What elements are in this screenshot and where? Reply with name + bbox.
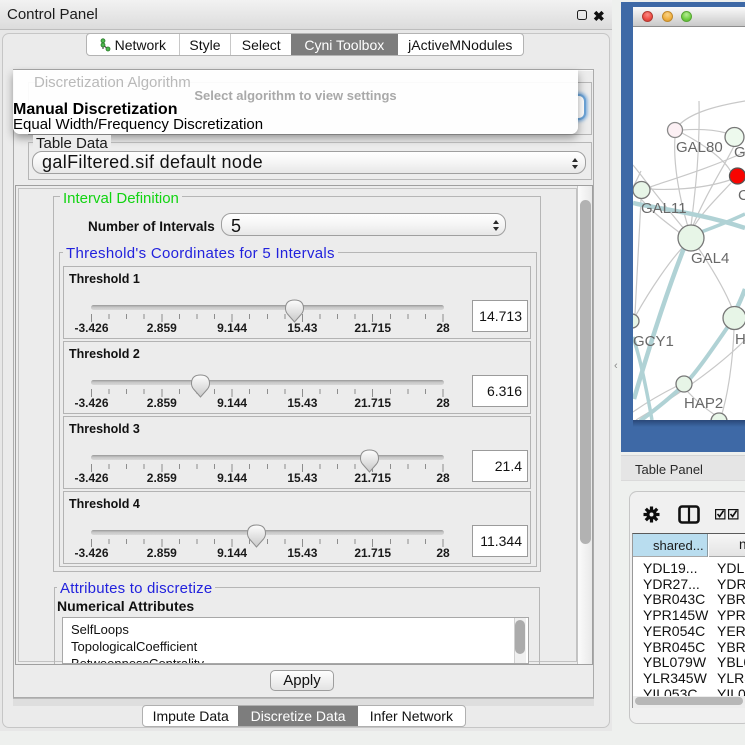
svg-text:GA: GA (734, 144, 745, 161)
svg-text:C: C (738, 187, 745, 204)
svg-text:GAL80: GAL80 (676, 139, 723, 156)
svg-text:GCY1: GCY1 (633, 333, 674, 350)
svg-text:GAL4: GAL4 (691, 250, 729, 267)
svg-text:HAP2: HAP2 (684, 395, 723, 412)
svg-text:GAL11: GAL11 (641, 200, 687, 217)
svg-text:H: H (735, 331, 745, 348)
